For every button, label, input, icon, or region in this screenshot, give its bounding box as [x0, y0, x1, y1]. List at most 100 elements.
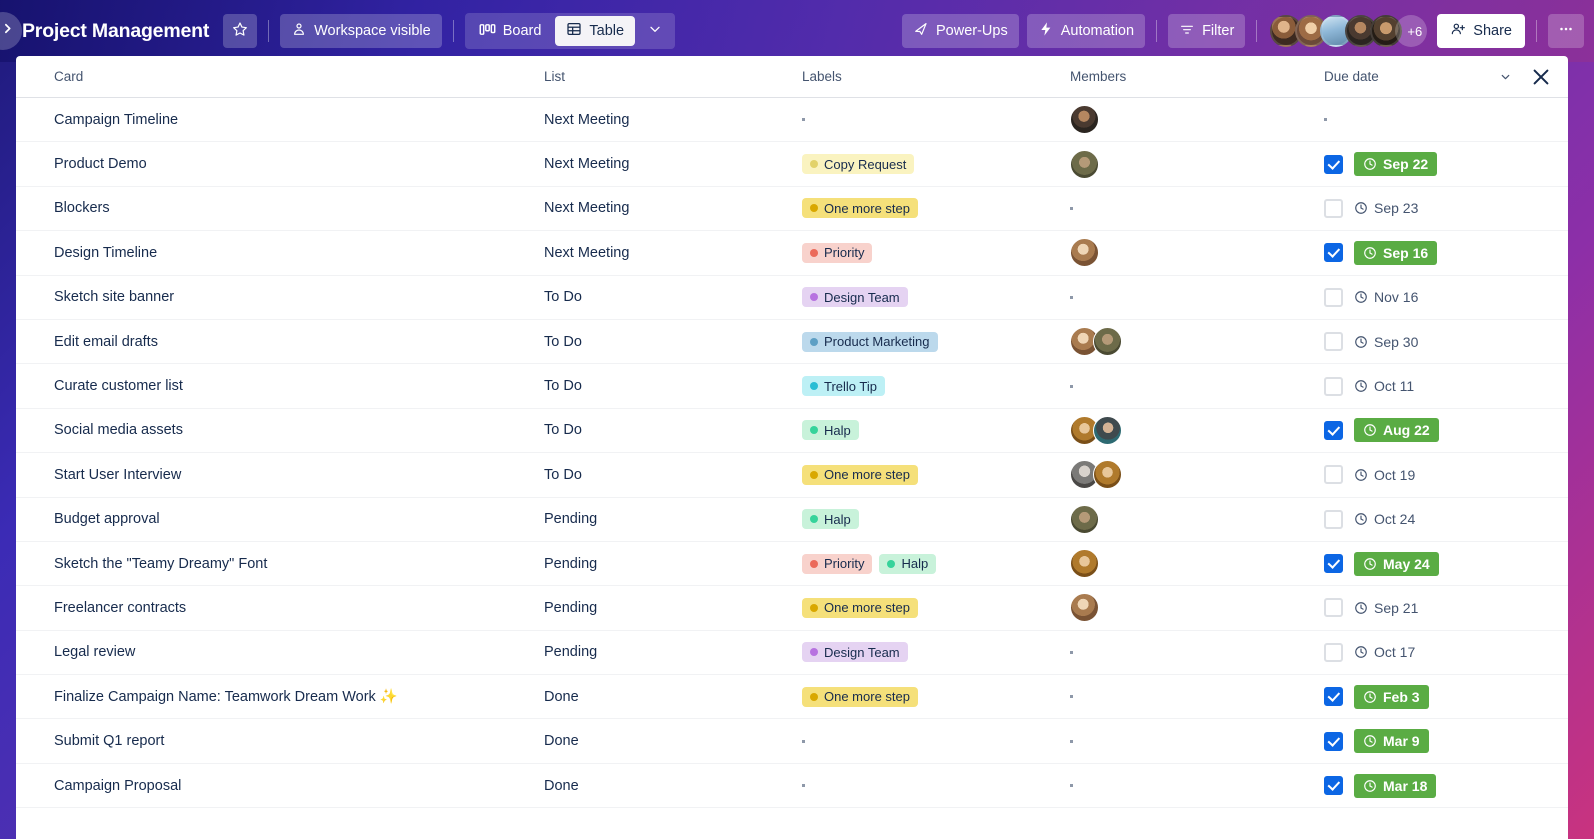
label-chip[interactable]: Design Team: [802, 642, 908, 663]
cell-card-name[interactable]: Curate customer list: [54, 378, 544, 394]
due-date-complete-checkbox[interactable]: [1324, 731, 1343, 751]
cell-list-name[interactable]: To Do: [544, 289, 796, 305]
due-date-badge[interactable]: Sep 30: [1354, 330, 1427, 354]
due-date-complete-checkbox[interactable]: [1324, 198, 1343, 218]
avatar[interactable]: [1070, 105, 1099, 135]
cell-members[interactable]: [1054, 206, 1308, 210]
cell-labels[interactable]: [796, 118, 1054, 122]
table-row[interactable]: Submit Q1 report Done Mar 9: [16, 719, 1568, 764]
cell-list-name[interactable]: Done: [544, 733, 796, 749]
cell-card-name[interactable]: Budget approval: [54, 511, 544, 527]
avatar[interactable]: [1093, 460, 1122, 490]
column-header-card[interactable]: Card: [54, 69, 544, 84]
cell-list-name[interactable]: Next Meeting: [544, 156, 796, 172]
cell-members[interactable]: [1054, 695, 1308, 699]
cell-card-name[interactable]: Social media assets: [54, 422, 544, 438]
table-row[interactable]: Sketch site banner To Do Design Team Nov 16: [16, 276, 1568, 320]
table-row[interactable]: Sketch the "Teamy Dreamy" Font Pending Pri…: [16, 542, 1568, 587]
cell-card-name[interactable]: Start User Interview: [54, 467, 544, 483]
avatar[interactable]: [1070, 149, 1099, 179]
close-icon[interactable]: [1530, 66, 1552, 88]
cell-due-date[interactable]: Oct 24: [1308, 507, 1568, 531]
cell-due-date[interactable]: Sep 23: [1308, 196, 1568, 220]
due-date-badge[interactable]: Aug 22: [1354, 418, 1439, 443]
label-chip[interactable]: Design Team: [802, 287, 908, 308]
due-date-badge[interactable]: Oct 11: [1354, 374, 1423, 398]
cell-card-name[interactable]: Finalize Campaign Name: Teamwork Dream W…: [54, 688, 544, 705]
avatar[interactable]: [1070, 504, 1099, 534]
cell-list-name[interactable]: Done: [544, 689, 796, 705]
table-row[interactable]: Legal review Pending Design Team Oct 17: [16, 631, 1568, 676]
cell-due-date[interactable]: Sep 30: [1308, 330, 1568, 354]
label-chip[interactable]: Priority: [802, 553, 873, 574]
workspace-visibility-button[interactable]: Workspace visible: [280, 14, 442, 48]
view-more-button[interactable]: [638, 16, 672, 46]
due-date-complete-checkbox[interactable]: [1324, 332, 1343, 352]
due-date-complete-checkbox[interactable]: [1324, 420, 1343, 440]
avatar[interactable]: [1093, 415, 1122, 445]
due-date-complete-checkbox[interactable]: [1324, 154, 1343, 174]
column-header-members[interactable]: Members: [1054, 69, 1308, 84]
cell-list-name[interactable]: To Do: [544, 467, 796, 483]
cell-due-date[interactable]: Aug 22: [1308, 418, 1568, 443]
due-date-complete-checkbox[interactable]: [1324, 776, 1343, 796]
due-date-complete-checkbox[interactable]: [1324, 243, 1343, 263]
table-row[interactable]: Freelancer contracts Pending One more step…: [16, 586, 1568, 631]
cell-members[interactable]: [1054, 105, 1308, 135]
cell-due-date[interactable]: Sep 22: [1308, 152, 1568, 177]
label-chip[interactable]: Trello Tip: [802, 376, 885, 397]
powerups-button[interactable]: Power-Ups: [901, 14, 1019, 48]
star-board-button[interactable]: [223, 14, 258, 48]
cell-due-date[interactable]: Sep 16: [1308, 240, 1568, 265]
cell-members[interactable]: [1054, 739, 1308, 743]
cell-due-date[interactable]: Oct 17: [1308, 640, 1568, 664]
column-header-list[interactable]: List: [544, 69, 796, 84]
cell-due-date[interactable]: Oct 19: [1308, 463, 1568, 487]
cell-due-date[interactable]: [1308, 118, 1568, 122]
due-date-badge[interactable]: Sep 16: [1354, 240, 1438, 265]
cell-members[interactable]: [1054, 549, 1308, 579]
cell-card-name[interactable]: Design Timeline: [54, 245, 544, 261]
cell-due-date[interactable]: Oct 11: [1308, 374, 1568, 398]
cell-card-name[interactable]: Edit email drafts: [54, 334, 544, 350]
cell-labels[interactable]: Copy Request: [796, 154, 1054, 175]
label-chip[interactable]: One more step: [802, 464, 918, 485]
label-chip[interactable]: Halp: [802, 509, 859, 530]
cell-card-name[interactable]: Legal review: [54, 644, 544, 660]
cell-labels[interactable]: Halp: [796, 420, 1054, 441]
cell-labels[interactable]: Design Team: [796, 287, 1054, 308]
label-chip[interactable]: Copy Request: [802, 154, 915, 175]
due-date-badge[interactable]: Sep 21: [1354, 596, 1427, 620]
cell-labels[interactable]: [796, 739, 1054, 743]
cell-card-name[interactable]: Blockers: [54, 200, 544, 216]
cell-members[interactable]: [1054, 650, 1308, 654]
due-date-complete-checkbox[interactable]: [1324, 598, 1343, 618]
table-row[interactable]: Edit email drafts To Do Product Marketing S…: [16, 320, 1568, 365]
cell-card-name[interactable]: Sketch site banner: [54, 289, 544, 305]
table-row[interactable]: Finalize Campaign Name: Teamwork Dream W…: [16, 675, 1568, 720]
avatar[interactable]: [1093, 327, 1122, 357]
label-chip[interactable]: One more step: [802, 198, 918, 219]
cell-members[interactable]: [1054, 295, 1308, 299]
due-date-badge[interactable]: Oct 24: [1354, 507, 1424, 531]
label-chip[interactable]: Product Marketing: [802, 331, 938, 352]
cell-labels[interactable]: [796, 784, 1054, 788]
due-date-complete-checkbox[interactable]: [1324, 465, 1343, 485]
table-row[interactable]: Campaign Timeline Next Meeting: [16, 98, 1568, 143]
sidebar-collapse-button[interactable]: [0, 12, 22, 50]
share-button[interactable]: Share: [1437, 14, 1525, 48]
cell-members[interactable]: [1054, 327, 1308, 357]
cell-members[interactable]: [1054, 460, 1308, 490]
cell-list-name[interactable]: To Do: [544, 378, 796, 394]
cell-labels[interactable]: Priority: [796, 242, 1054, 263]
cell-card-name[interactable]: Sketch the "Teamy Dreamy" Font: [54, 556, 544, 572]
cell-labels[interactable]: Product Marketing: [796, 331, 1054, 352]
cell-members[interactable]: [1054, 238, 1308, 268]
cell-card-name[interactable]: Campaign Timeline: [54, 112, 544, 128]
table-row[interactable]: Blockers Next Meeting One more step Sep 23: [16, 187, 1568, 232]
cell-list-name[interactable]: Pending: [544, 511, 796, 527]
cell-due-date[interactable]: Feb 3: [1308, 684, 1568, 709]
column-header-due-date[interactable]: Due date: [1308, 69, 1499, 84]
tab-table[interactable]: Table: [555, 16, 636, 46]
cell-list-name[interactable]: Pending: [544, 556, 796, 572]
